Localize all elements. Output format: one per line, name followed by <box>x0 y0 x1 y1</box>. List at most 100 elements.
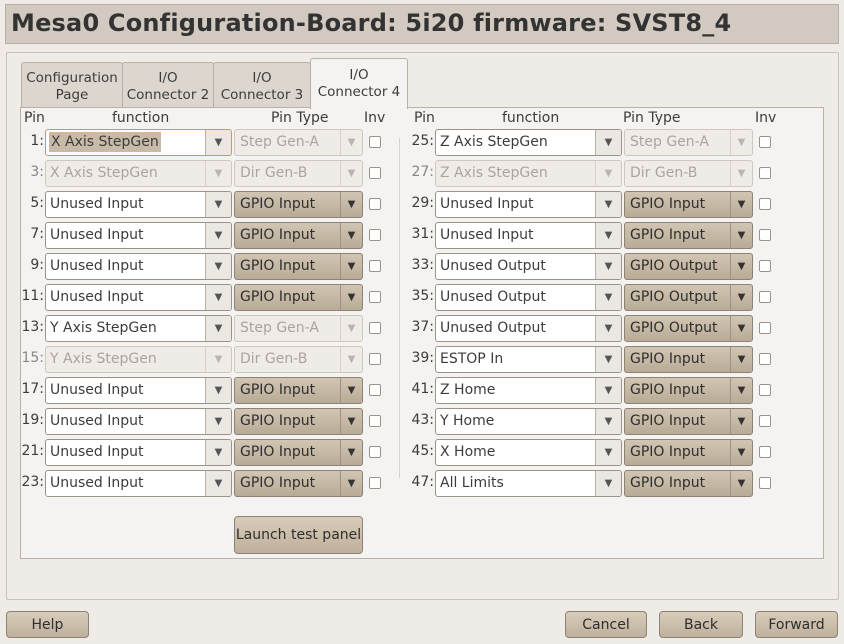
invert-checkbox[interactable] <box>759 198 771 210</box>
chevron-down-icon[interactable]: ▼ <box>595 409 621 434</box>
chevron-down-icon[interactable]: ▼ <box>595 285 621 310</box>
function-combo[interactable]: Z Home ▼ <box>435 377 622 404</box>
pin-type-combo[interactable]: GPIO Input ▼ <box>234 284 363 311</box>
invert-checkbox[interactable] <box>369 198 381 210</box>
invert-checkbox[interactable] <box>369 384 381 396</box>
chevron-down-icon[interactable]: ▼ <box>205 192 231 217</box>
invert-checkbox[interactable] <box>369 353 381 365</box>
function-combo[interactable]: Unused Input ▼ <box>45 191 232 218</box>
chevron-down-icon[interactable]: ▼ <box>205 316 231 341</box>
chevron-down-icon[interactable]: ▼ <box>730 285 752 310</box>
chevron-down-icon[interactable]: ▼ <box>730 347 752 372</box>
function-combo[interactable]: X Axis StepGen ▼ <box>45 129 232 156</box>
invert-checkbox[interactable] <box>369 167 381 179</box>
chevron-down-icon[interactable]: ▼ <box>340 471 362 496</box>
pin-type-combo[interactable]: GPIO Input ▼ <box>234 191 363 218</box>
chevron-down-icon[interactable]: ▼ <box>595 254 621 279</box>
pin-type-combo[interactable]: GPIO Input ▼ <box>624 470 753 497</box>
chevron-down-icon[interactable]: ▼ <box>340 440 362 465</box>
pin-type-combo[interactable]: GPIO Input ▼ <box>234 439 363 466</box>
function-combo[interactable]: Unused Input ▼ <box>45 253 232 280</box>
chevron-down-icon[interactable]: ▼ <box>340 409 362 434</box>
back-button[interactable]: Back <box>659 611 743 638</box>
invert-checkbox[interactable] <box>369 229 381 241</box>
pin-type-combo[interactable]: GPIO Output ▼ <box>624 284 753 311</box>
chevron-down-icon[interactable]: ▼ <box>205 223 231 248</box>
pin-type-combo[interactable]: GPIO Output ▼ <box>624 253 753 280</box>
function-combo[interactable]: Unused Input ▼ <box>45 377 232 404</box>
pin-type-combo[interactable]: GPIO Input ▼ <box>234 470 363 497</box>
pin-type-combo[interactable]: GPIO Input ▼ <box>624 222 753 249</box>
chevron-down-icon[interactable]: ▼ <box>730 471 752 496</box>
chevron-down-icon[interactable]: ▼ <box>730 440 752 465</box>
chevron-down-icon[interactable]: ▼ <box>340 223 362 248</box>
launch-test-panel-button[interactable]: Launch test panel <box>234 516 363 554</box>
chevron-down-icon[interactable]: ▼ <box>205 471 231 496</box>
chevron-down-icon[interactable]: ▼ <box>595 347 621 372</box>
invert-checkbox[interactable] <box>759 167 771 179</box>
cancel-button[interactable]: Cancel <box>565 611 647 638</box>
chevron-down-icon[interactable]: ▼ <box>595 130 621 155</box>
invert-checkbox[interactable] <box>369 136 381 148</box>
chevron-down-icon[interactable]: ▼ <box>730 409 752 434</box>
tab-io-connector-4[interactable]: I/O Connector 4 <box>310 58 408 109</box>
invert-checkbox[interactable] <box>369 477 381 489</box>
function-combo[interactable]: Y Axis StepGen ▼ <box>45 315 232 342</box>
pin-type-combo[interactable]: GPIO Input ▼ <box>624 346 753 373</box>
chevron-down-icon[interactable]: ▼ <box>595 223 621 248</box>
pin-type-combo[interactable]: GPIO Input ▼ <box>624 191 753 218</box>
invert-checkbox[interactable] <box>759 384 771 396</box>
chevron-down-icon[interactable]: ▼ <box>205 378 231 403</box>
chevron-down-icon[interactable]: ▼ <box>340 285 362 310</box>
pin-type-combo[interactable]: GPIO Input ▼ <box>624 439 753 466</box>
chevron-down-icon[interactable]: ▼ <box>205 130 231 155</box>
tab-configuration-page[interactable]: Configuration Page <box>21 62 123 107</box>
invert-checkbox[interactable] <box>759 260 771 272</box>
invert-checkbox[interactable] <box>369 415 381 427</box>
function-combo[interactable]: ESTOP In ▼ <box>435 346 622 373</box>
tab-io-connector-3[interactable]: I/O Connector 3 <box>213 62 311 107</box>
chevron-down-icon[interactable]: ▼ <box>340 378 362 403</box>
chevron-down-icon[interactable]: ▼ <box>340 192 362 217</box>
pin-type-combo[interactable]: GPIO Input ▼ <box>234 377 363 404</box>
invert-checkbox[interactable] <box>759 353 771 365</box>
function-combo[interactable]: Y Home ▼ <box>435 408 622 435</box>
function-combo[interactable]: Unused Input ▼ <box>435 222 622 249</box>
invert-checkbox[interactable] <box>369 291 381 303</box>
function-combo[interactable]: Unused Input ▼ <box>45 408 232 435</box>
chevron-down-icon[interactable]: ▼ <box>340 254 362 279</box>
function-combo[interactable]: Unused Output ▼ <box>435 284 622 311</box>
function-combo[interactable]: Z Axis StepGen ▼ <box>435 129 622 156</box>
function-combo[interactable]: Unused Input ▼ <box>45 439 232 466</box>
invert-checkbox[interactable] <box>759 322 771 334</box>
invert-checkbox[interactable] <box>759 415 771 427</box>
chevron-down-icon[interactable]: ▼ <box>595 440 621 465</box>
help-button[interactable]: Help <box>6 611 89 638</box>
function-combo[interactable]: Unused Input ▼ <box>45 470 232 497</box>
pin-type-combo[interactable]: GPIO Output ▼ <box>624 315 753 342</box>
chevron-down-icon[interactable]: ▼ <box>205 285 231 310</box>
invert-checkbox[interactable] <box>369 446 381 458</box>
chevron-down-icon[interactable]: ▼ <box>205 409 231 434</box>
forward-button[interactable]: Forward <box>755 611 838 638</box>
chevron-down-icon[interactable]: ▼ <box>595 192 621 217</box>
invert-checkbox[interactable] <box>759 136 771 148</box>
invert-checkbox[interactable] <box>759 446 771 458</box>
chevron-down-icon[interactable]: ▼ <box>730 316 752 341</box>
pin-type-combo[interactable]: GPIO Input ▼ <box>234 253 363 280</box>
chevron-down-icon[interactable]: ▼ <box>205 254 231 279</box>
chevron-down-icon[interactable]: ▼ <box>730 192 752 217</box>
pin-type-combo[interactable]: GPIO Input ▼ <box>624 377 753 404</box>
invert-checkbox[interactable] <box>759 291 771 303</box>
tab-io-connector-2[interactable]: I/O Connector 2 <box>122 62 214 107</box>
invert-checkbox[interactable] <box>759 477 771 489</box>
function-combo[interactable]: Unused Input ▼ <box>45 284 232 311</box>
chevron-down-icon[interactable]: ▼ <box>595 471 621 496</box>
invert-checkbox[interactable] <box>759 229 771 241</box>
pin-type-combo[interactable]: GPIO Input ▼ <box>234 222 363 249</box>
pin-type-combo[interactable]: GPIO Input ▼ <box>624 408 753 435</box>
chevron-down-icon[interactable]: ▼ <box>730 254 752 279</box>
function-combo[interactable]: Unused Input ▼ <box>435 191 622 218</box>
pin-type-combo[interactable]: GPIO Input ▼ <box>234 408 363 435</box>
invert-checkbox[interactable] <box>369 322 381 334</box>
